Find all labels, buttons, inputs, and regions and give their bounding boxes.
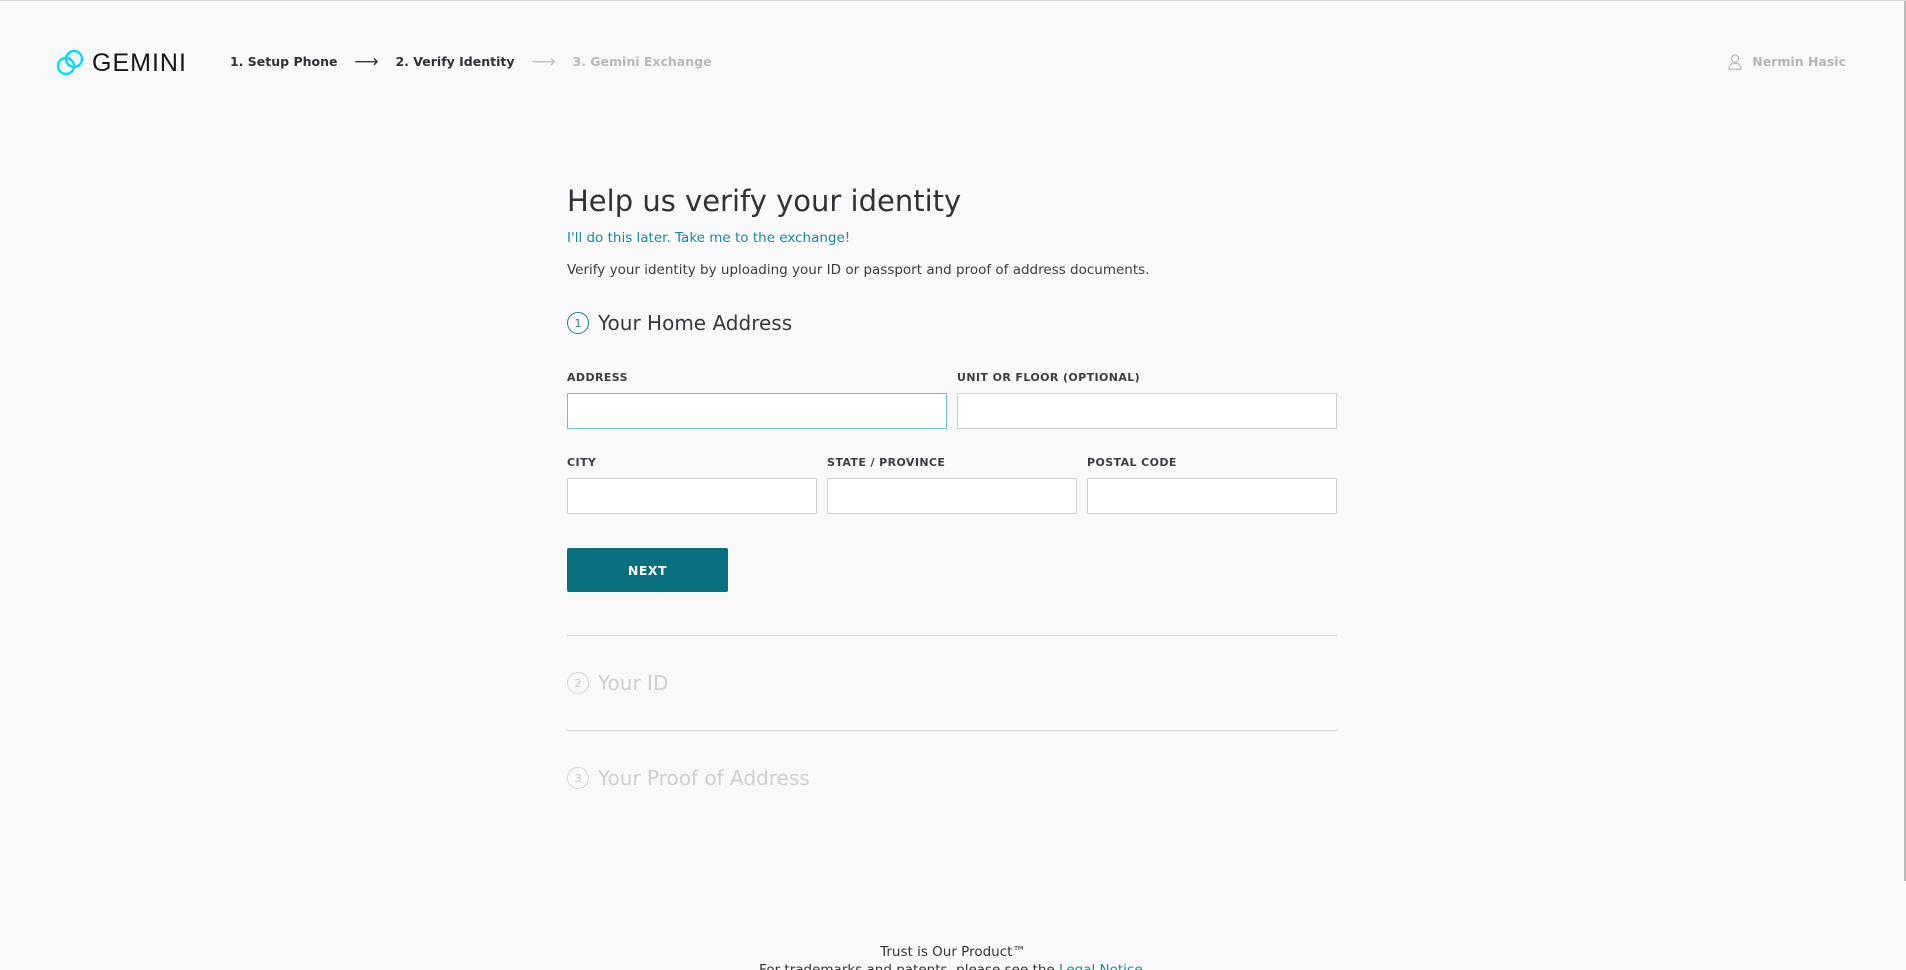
address-input[interactable] — [567, 393, 947, 429]
address-label: ADDRESS — [567, 371, 628, 384]
gemini-logo-icon — [56, 49, 84, 76]
step-verify-identity: 2. Verify Identity — [395, 54, 515, 69]
onboarding-steps: 1. Setup Phone ⟶ 2. Verify Identity ⟶ 3.… — [230, 53, 712, 71]
city-field-group: CITY — [567, 455, 817, 514]
unit-input[interactable] — [957, 393, 1337, 429]
page: GEMINI 1. Setup Phone ⟶ 2. Verify Identi… — [0, 0, 1906, 970]
user-icon — [1728, 54, 1742, 70]
step-gemini-exchange: 3. Gemini Exchange — [572, 54, 712, 69]
form-row: CITY STATE / PROVINCE POSTAL CODE — [567, 455, 1337, 514]
page-title: Help us verify your identity — [567, 184, 962, 218]
legal-notice-link[interactable]: Legal Notice — [1059, 962, 1143, 970]
step-number-badge: 1 — [567, 312, 589, 334]
state-field-group: STATE / PROVINCE — [827, 455, 1077, 514]
logo-text: GEMINI — [92, 49, 187, 77]
unit-field-group: UNIT OR FLOOR (OPTIONAL) — [957, 370, 1337, 429]
section-title: Your Home Address — [598, 311, 793, 335]
section-title: Your ID — [598, 671, 669, 695]
footer-legal-suffix: . — [1142, 962, 1147, 970]
section-home-address-header: 1 Your Home Address — [567, 310, 1337, 336]
postal-field-group: POSTAL CODE — [1087, 455, 1337, 514]
gemini-logo[interactable]: GEMINI — [56, 49, 187, 77]
section-title: Your Proof of Address — [598, 766, 810, 790]
user-menu[interactable]: Nermin Hasic — [1728, 53, 1846, 71]
step-number-badge: 3 — [567, 767, 589, 789]
section-proof-of-address-header: 3 Your Proof of Address — [567, 731, 1337, 825]
form-row: ADDRESS UNIT OR FLOOR (OPTIONAL) — [567, 370, 1337, 429]
address-field-group: ADDRESS — [567, 370, 947, 429]
intro-text: Verify your identity by uploading your I… — [567, 262, 1150, 278]
state-label: STATE / PROVINCE — [827, 456, 946, 469]
step-arrow-icon: ⟶ — [531, 52, 556, 72]
section-your-id-header: 2 Your ID — [567, 636, 1337, 730]
top-header: GEMINI 1. Setup Phone ⟶ 2. Verify Identi… — [0, 1, 1906, 121]
unit-label: UNIT OR FLOOR (OPTIONAL) — [957, 371, 1141, 384]
postal-input[interactable] — [1087, 478, 1337, 514]
user-name: Nermin Hasic — [1752, 54, 1846, 69]
footer-legal-text: For trademarks and patents, please see t… — [759, 962, 1055, 970]
verify-identity-panel: Help us verify your identity I'll do thi… — [567, 179, 1337, 825]
postal-label: POSTAL CODE — [1087, 456, 1177, 469]
page-footer: Trust is Our Product™ For trademarks and… — [0, 943, 1906, 970]
home-address-form: ADDRESS UNIT OR FLOOR (OPTIONAL) CITY ST… — [567, 370, 1337, 592]
city-input[interactable] — [567, 478, 817, 514]
footer-tagline: Trust is Our Product™ — [880, 944, 1026, 960]
step-number-badge: 2 — [567, 672, 589, 694]
step-setup-phone: 1. Setup Phone — [230, 54, 338, 69]
state-input[interactable] — [827, 478, 1077, 514]
step-arrow-icon: ⟶ — [354, 52, 379, 72]
skip-to-exchange-link[interactable]: I'll do this later. Take me to the excha… — [567, 228, 1337, 248]
city-label: CITY — [567, 456, 597, 469]
footer-legal-line: For trademarks and patents, please see t… — [0, 961, 1906, 970]
next-button[interactable]: NEXT — [567, 548, 728, 592]
